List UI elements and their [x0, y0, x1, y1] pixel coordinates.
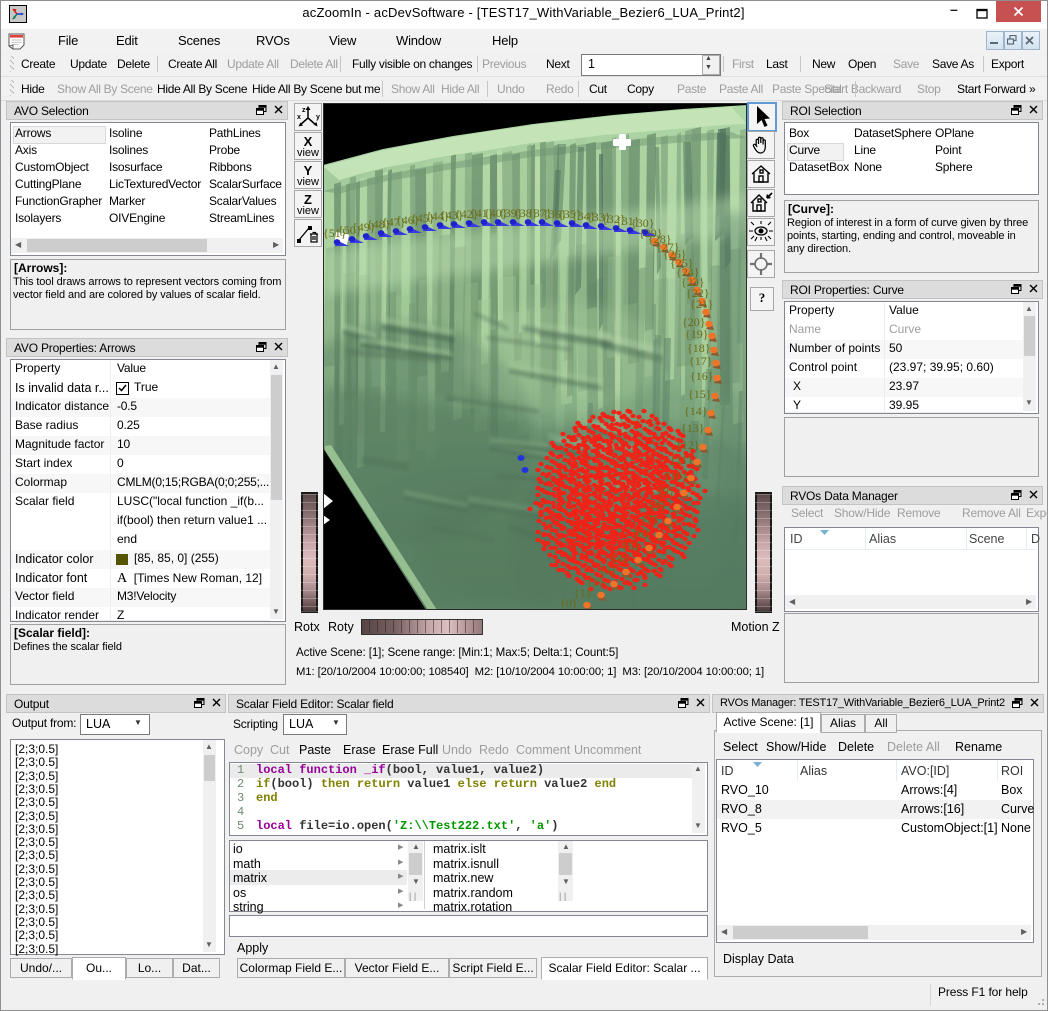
svg-text:y: y — [316, 114, 320, 121]
svg-text:{10}: {10} — [664, 469, 688, 483]
svg-text:z: z — [302, 107, 306, 114]
svg-text:{0}: {0} — [560, 596, 578, 610]
svg-text:{21}: {21} — [690, 297, 714, 311]
svg-text:{12}: {12} — [676, 438, 700, 452]
svg-text:{6}: {6} — [632, 526, 650, 540]
svg-text:{14}: {14} — [684, 404, 708, 418]
svg-text:x: x — [297, 114, 301, 121]
svg-text:{17}: {17} — [689, 354, 713, 368]
svg-text:{8}: {8} — [649, 498, 667, 512]
svg-text:{9}: {9} — [657, 484, 675, 498]
svg-text:{19}: {19} — [685, 327, 709, 341]
svg-text:{16}: {16} — [690, 369, 714, 383]
svg-text:{11}: {11} — [670, 453, 693, 467]
svg-text:{13}: {13} — [681, 421, 705, 435]
svg-text:{15}: {15} — [688, 387, 712, 401]
svg-text:{18}: {18} — [687, 341, 711, 355]
svg-text:{7}: {7} — [641, 512, 659, 526]
